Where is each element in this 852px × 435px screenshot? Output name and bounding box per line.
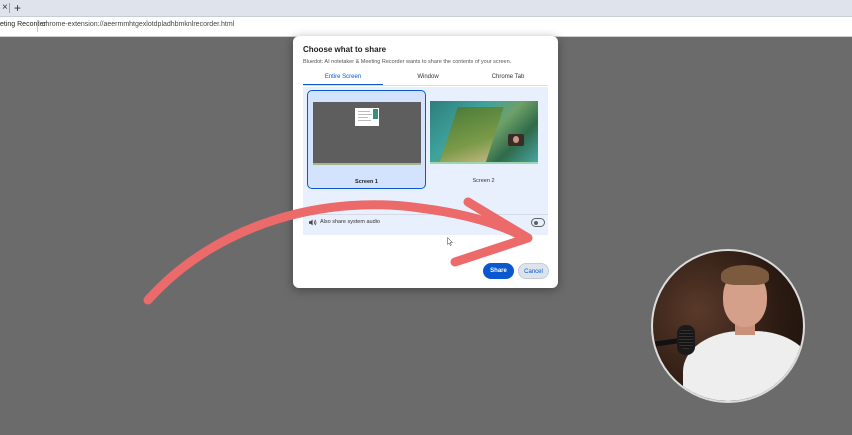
screen-1-thumbnail — [313, 102, 421, 165]
person-shirt — [683, 331, 803, 401]
screen-option-1[interactable]: Screen 1 — [307, 90, 426, 189]
share-source-tabs: Entire Screen Window Chrome Tab — [303, 71, 548, 86]
thumbnail-webcam-overlay — [508, 134, 524, 146]
system-audio-toggle[interactable] — [531, 218, 545, 227]
tabs-divider — [303, 85, 548, 86]
system-audio-label: Also share system audio — [320, 219, 380, 225]
system-audio-row: Also share system audio — [303, 214, 548, 229]
page-title: eting Recorder — [0, 21, 46, 28]
tab-chrome-tab[interactable]: Chrome Tab — [468, 71, 548, 84]
screen-2-thumbnail — [430, 101, 538, 164]
tab-entire-screen[interactable]: Entire Screen — [303, 71, 383, 86]
webcam-overlay — [651, 249, 805, 403]
share-button[interactable]: Share — [483, 263, 514, 279]
close-tab-icon[interactable]: × — [2, 1, 8, 15]
screen-picker-panel: Screen 1 Screen 2 Also share system audi… — [303, 87, 548, 235]
screen-option-2[interactable]: Screen 2 — [425, 90, 542, 187]
url-text[interactable]: chrome-extension://aeermmhtgexlotdpladhb… — [42, 21, 234, 28]
cancel-button[interactable]: Cancel — [518, 263, 549, 279]
tab-divider — [9, 3, 10, 13]
speaker-icon — [309, 219, 317, 226]
thumbnail-landscape — [438, 107, 504, 164]
share-screen-dialog: Choose what to share Bluedot: AI notetak… — [293, 36, 558, 288]
mouse-pointer-icon — [447, 237, 453, 246]
screen-1-label: Screen 1 — [355, 179, 378, 185]
dialog-subtitle: Bluedot: AI notetaker & Meeting Recorder… — [303, 59, 512, 65]
address-divider — [37, 20, 38, 32]
screen-2-label: Screen 2 — [472, 178, 495, 184]
person-hair — [721, 265, 769, 285]
thumbnail-image — [373, 109, 378, 119]
microphone-mesh — [679, 329, 693, 349]
address-bar[interactable]: eting Recorder chrome-extension://aeermm… — [0, 17, 852, 37]
browser-tabstrip: × + — [0, 0, 852, 17]
dialog-title: Choose what to share — [303, 45, 387, 54]
thumbnail-taskbar — [430, 162, 538, 164]
tab-window[interactable]: Window — [388, 71, 468, 84]
new-tab-icon[interactable]: + — [14, 1, 21, 15]
thumbnail-taskbar — [313, 163, 421, 165]
